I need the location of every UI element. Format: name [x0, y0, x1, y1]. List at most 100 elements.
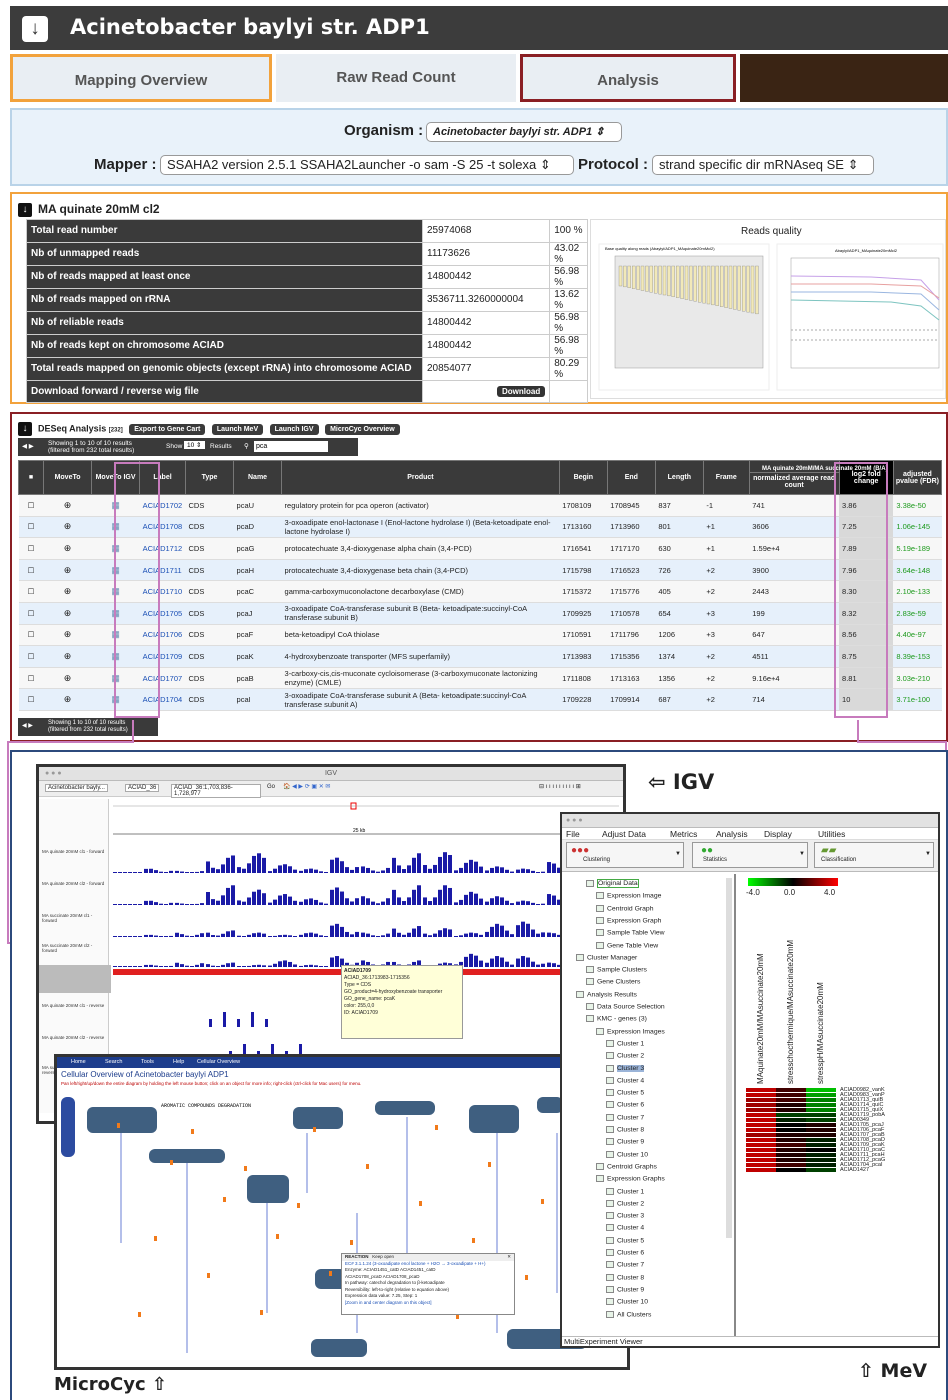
enzyme-marker[interactable] — [170, 1160, 173, 1165]
enzyme-marker[interactable] — [350, 1240, 353, 1245]
pathway-node[interactable] — [247, 1175, 289, 1203]
enzyme-marker[interactable] — [191, 1129, 194, 1134]
genome-select[interactable]: Acinetobacter bayly... — [45, 784, 108, 792]
tree-node[interactable]: Cluster 7 — [606, 1261, 644, 1269]
coverage-bar — [304, 869, 308, 873]
pathway-node[interactable] — [375, 1101, 435, 1115]
enzyme-marker[interactable] — [223, 1197, 226, 1202]
tree-node[interactable]: Cluster 7 — [606, 1113, 644, 1121]
tree-node[interactable]: Cluster 6 — [606, 1101, 644, 1109]
coverage-bar — [433, 933, 437, 937]
coverage-bar — [454, 902, 458, 905]
nav-icons[interactable]: 🏠 ◀ ▶ ⟳ ▣ ✕ ✉ — [283, 783, 330, 790]
tree-node[interactable]: Cluster 9 — [606, 1285, 644, 1293]
enzyme-marker[interactable] — [329, 1271, 332, 1276]
enzyme-marker[interactable] — [276, 1234, 279, 1239]
window-controls-icon[interactable]: ● ● ● — [45, 767, 62, 781]
tree-node[interactable]: Cluster 2 — [606, 1199, 644, 1207]
scrollbar[interactable] — [726, 878, 732, 1238]
tree-node[interactable]: Gene Clusters — [586, 978, 640, 986]
enzyme-marker[interactable] — [138, 1312, 141, 1317]
tree-node[interactable]: Expression Graph — [596, 916, 661, 924]
enzyme-marker[interactable] — [488, 1162, 491, 1167]
tree-node[interactable]: Cluster Manager — [576, 953, 637, 961]
close-icon[interactable]: ✕ — [507, 1254, 511, 1261]
tree-node[interactable]: Cluster 4 — [606, 1224, 644, 1232]
menu-item[interactable]: Analysis — [716, 829, 748, 839]
coverage-bar — [247, 897, 251, 905]
zoom-slider[interactable]: ⊟ ı ı ı ı ı ı ı ı ı ⊞ — [539, 783, 581, 790]
tree-node[interactable]: Expression Graphs — [596, 1175, 665, 1182]
tree-node[interactable]: Cluster 1 — [606, 1039, 644, 1047]
enzyme-marker[interactable] — [154, 1236, 157, 1241]
window-controls-icon[interactable]: ● ● ● — [562, 814, 938, 828]
enzyme-marker[interactable] — [541, 1199, 544, 1204]
tree-node[interactable]: Sample Clusters — [586, 966, 647, 973]
coverage-bar — [293, 964, 297, 967]
keep-open-checkbox[interactable]: Keep open — [372, 1254, 394, 1259]
menu-item[interactable]: Display — [764, 829, 792, 839]
enzyme-marker[interactable] — [419, 1201, 422, 1206]
tree-node[interactable]: Original Data — [586, 879, 639, 889]
chrom-select[interactable]: ACIAD_36 — [125, 784, 160, 792]
tree-node[interactable]: Expression Image — [596, 892, 661, 900]
statistics-button[interactable]: ●● Statistics ▼ — [692, 842, 808, 868]
menu-item[interactable]: Utilities — [818, 829, 845, 839]
nav-home[interactable]: Home — [71, 1059, 86, 1065]
coverage-bar — [531, 961, 535, 967]
locus-input[interactable]: ACIAD_36:1,703,836-1,728,977 — [171, 784, 261, 798]
tree-node[interactable]: Centroid Graphs — [596, 1162, 657, 1170]
menu-item[interactable]: Metrics — [670, 829, 697, 839]
tree-node[interactable]: Cluster 6 — [606, 1249, 644, 1256]
tree-node[interactable]: Gene Table View — [596, 941, 658, 949]
tree-node[interactable]: Centroid Graph — [596, 904, 653, 912]
pathway-node[interactable] — [87, 1107, 157, 1133]
tree-node[interactable]: Expression Images — [596, 1027, 665, 1035]
zoom-control[interactable] — [61, 1097, 75, 1157]
enzyme-marker[interactable] — [435, 1125, 438, 1130]
enzyme-marker[interactable] — [525, 1275, 528, 1280]
tree-node[interactable]: Sample Table View — [596, 929, 665, 936]
tree-node[interactable]: Data Source Selection — [586, 1003, 665, 1010]
nav-tools[interactable]: Tools — [141, 1059, 154, 1065]
nav-cellular-overview[interactable]: Cellular Overview — [197, 1059, 240, 1065]
pathway-node[interactable] — [149, 1149, 225, 1163]
enzyme-marker[interactable] — [472, 1238, 475, 1243]
clustering-button[interactable]: ●●● Clustering ▼ — [566, 842, 684, 868]
coverage-bar — [252, 933, 256, 937]
menu-item[interactable]: Adjust Data — [602, 829, 646, 839]
pathway-node[interactable] — [311, 1339, 367, 1357]
menu-item[interactable]: File — [566, 829, 580, 839]
tree-node[interactable]: Cluster 2 — [606, 1052, 644, 1059]
pathway-node[interactable] — [469, 1105, 519, 1133]
tree-node[interactable]: Cluster 1 — [606, 1187, 644, 1195]
nav-help[interactable]: Help — [173, 1059, 184, 1065]
enzyme-marker[interactable] — [260, 1310, 263, 1315]
tree-node[interactable]: Cluster 3 — [606, 1212, 644, 1219]
tree-node[interactable]: Cluster 4 — [606, 1076, 644, 1084]
enzyme-marker[interactable] — [207, 1273, 210, 1278]
enzyme-marker[interactable] — [297, 1203, 300, 1208]
enzyme-marker[interactable] — [366, 1164, 369, 1169]
enzyme-marker[interactable] — [117, 1123, 120, 1128]
tree-node[interactable]: Cluster 9 — [606, 1138, 644, 1146]
tree-node[interactable]: Analysis Results — [576, 990, 637, 998]
tree-node[interactable]: All Clusters — [606, 1310, 651, 1318]
nav-search[interactable]: Search — [105, 1059, 122, 1065]
classification-button[interactable]: ▰▰ Classification ▼ — [814, 842, 934, 868]
pathway-node[interactable] — [293, 1107, 343, 1129]
heatmap-cell — [776, 1138, 806, 1142]
tree-node[interactable]: Cluster 3 — [606, 1064, 645, 1072]
tree-node[interactable]: Cluster 5 — [606, 1089, 644, 1096]
tree-node[interactable]: Cluster 8 — [606, 1126, 644, 1133]
tree-node[interactable]: KMC - genes (3) — [586, 1015, 647, 1023]
enzyme-marker[interactable] — [313, 1127, 316, 1132]
tree-node[interactable]: Cluster 10 — [606, 1298, 648, 1305]
tree-node[interactable]: Cluster 5 — [606, 1236, 644, 1244]
go-button[interactable]: Go — [267, 784, 275, 790]
tree-node[interactable]: Cluster 10 — [606, 1150, 648, 1158]
popup-line[interactable]: [Zoom in and center diagram on this obje… — [345, 1300, 511, 1307]
tree-node[interactable]: Cluster 8 — [606, 1273, 644, 1281]
coverage-bar — [221, 933, 225, 937]
enzyme-marker[interactable] — [244, 1166, 247, 1171]
